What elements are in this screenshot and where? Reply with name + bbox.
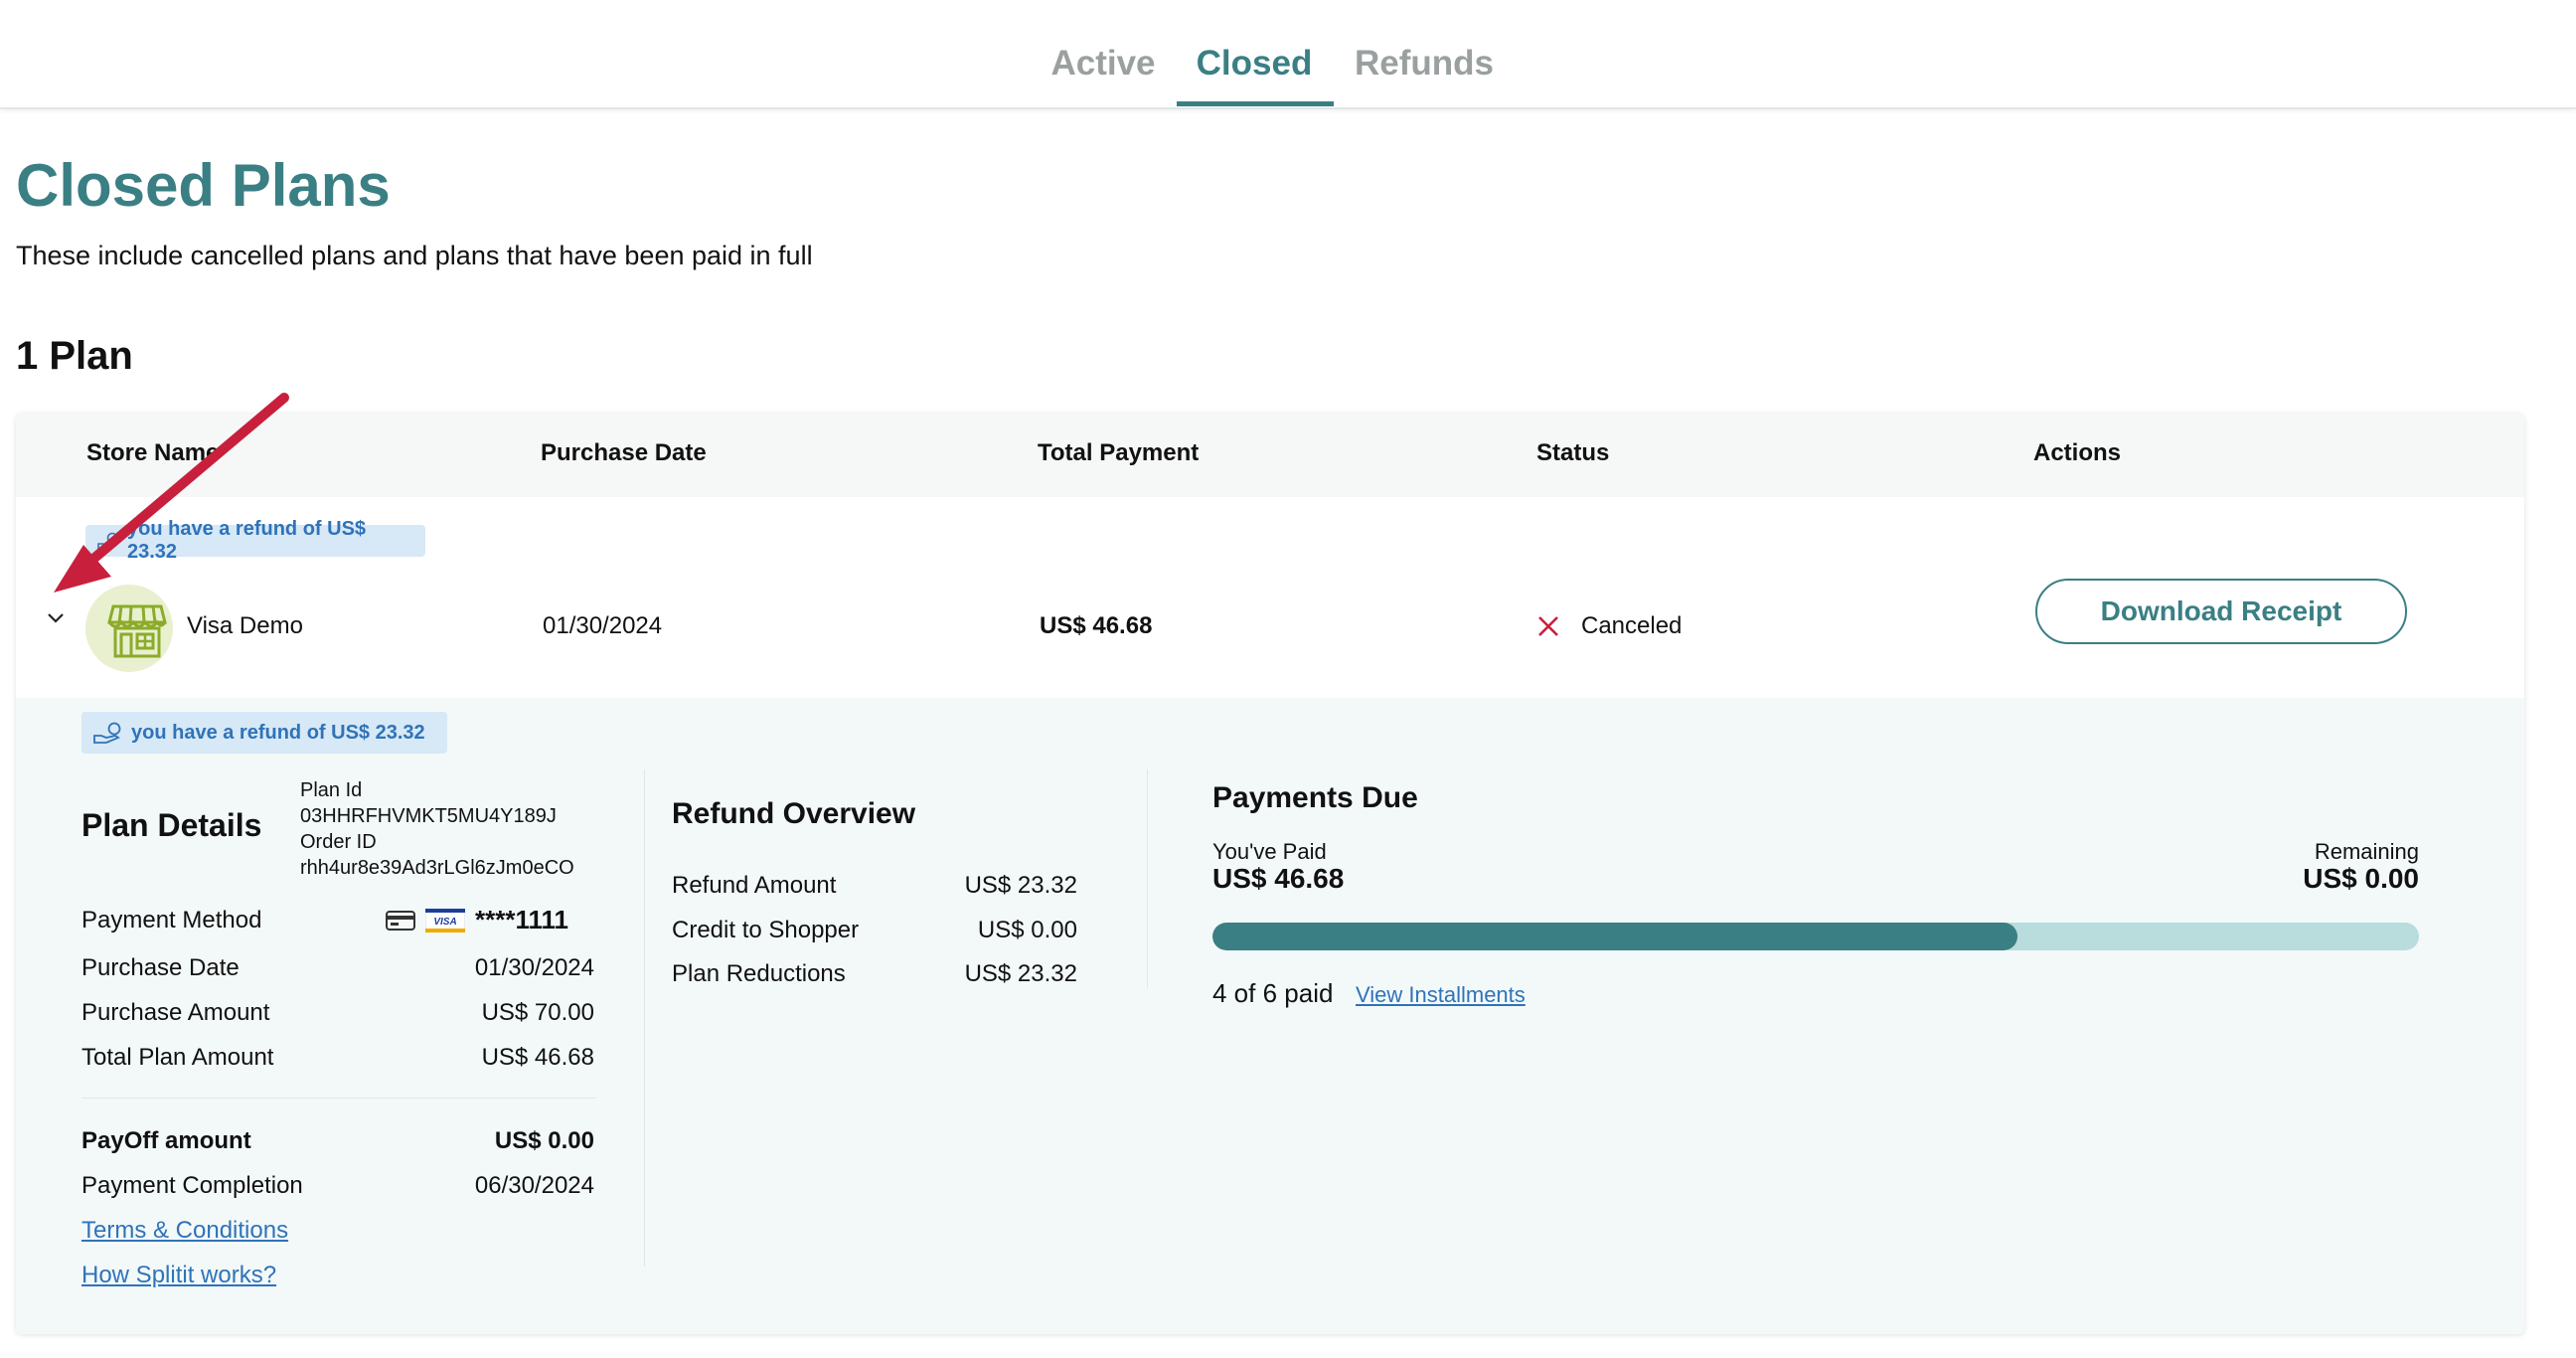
table-header: Store Name Purchase Date Total Payment S… [16,414,2524,497]
plan-reductions-label: Plan Reductions [672,960,846,987]
plan-details-title: Plan Details [81,807,262,843]
refund-amount-value: US$ 23.32 [964,872,1077,899]
payment-progress-bar [1212,923,2419,950]
refund-hand-icon [93,722,121,744]
total-payment: US$ 46.68 [1040,612,1153,639]
how-splitit-works-link[interactable]: How Splitit works? [81,1262,276,1289]
page: Active Closed Refunds Closed Plans These… [0,0,2576,1358]
column-header-total-payment: Total Payment [1038,439,1200,466]
column-header-purchase-date: Purchase Date [541,439,707,466]
page-subtitle: These include cancelled plans and plans … [16,241,813,270]
total-plan-amount-label: Total Plan Amount [81,1044,274,1071]
refund-overview-title: Refund Overview [672,797,916,830]
total-plan-amount-value: US$ 46.68 [481,1044,594,1071]
payoff-amount-value: US$ 0.00 [494,1127,594,1154]
plan-reductions-value: US$ 23.32 [964,960,1077,987]
divider [81,1098,596,1099]
remaining-label: Remaining [2314,839,2419,864]
column-divider [1147,769,1148,988]
plan-details-panel: you have a refund of US$ 23.32 Plan Deta… [16,698,2524,1334]
credit-card-icon [386,910,415,931]
payment-method-value: VISA ****1111 [386,905,568,935]
purchase-date-label: Purchase Date [81,954,240,981]
paid-value: US$ 46.68 [1212,863,1345,894]
purchase-date: 01/30/2024 [543,612,663,639]
payment-completion-label: Payment Completion [81,1172,303,1199]
tab-active[interactable]: Active [1044,44,1163,103]
order-id: rhh4ur8e39Ad3rLGl6zJm0eCO [300,857,574,879]
visa-logo-text: VISA [433,917,456,928]
column-header-status: Status [1536,439,1610,466]
column-header-actions: Actions [2033,439,2122,466]
payment-progress-fill [1212,923,2017,950]
payment-method-label: Payment Method [81,907,262,934]
table-row[interactable]: you have a refund of US$ 23.32 Visa Demo… [16,497,2524,699]
credit-to-shopper-label: Credit to Shopper [672,917,860,943]
purchase-amount-label: Purchase Amount [81,999,270,1026]
plan-id: 03HHRFHVMKT5MU4Y189J [300,805,557,827]
download-receipt-button[interactable]: Download Receipt [2035,579,2407,644]
view-installments-link[interactable]: View Installments [1356,982,1526,1008]
tab-bar: Active Closed Refunds [0,0,2576,109]
plan-id-label: Plan Id [300,779,363,801]
visa-logo: VISA [425,908,465,933]
plan-count: 1 Plan [16,334,133,378]
remaining-value: US$ 0.00 [2303,863,2419,894]
annotation-arrow-icon [54,393,289,593]
terms-conditions-link[interactable]: Terms & Conditions [81,1217,288,1245]
credit-to-shopper-value: US$ 0.00 [977,917,1077,943]
paid-label: You've Paid [1212,839,1327,864]
tab-closed[interactable]: Closed [1177,44,1332,103]
close-icon [1538,616,1558,636]
store-name: Visa Demo [187,612,303,639]
purchase-amount-value: US$ 70.00 [481,999,594,1026]
column-divider [644,769,645,1267]
payment-completion-value: 06/30/2024 [474,1172,594,1199]
refund-amount-label: Refund Amount [672,872,837,899]
paid-count: 4 of 6 paid [1212,978,1334,1008]
storefront-icon [107,604,167,658]
tab-refunds[interactable]: Refunds [1350,44,1499,103]
purchase-date-value: 01/30/2024 [474,954,594,981]
plans-table: Store Name Purchase Date Total Payment S… [16,414,2524,1334]
status-text: Canceled [1581,612,1683,639]
tab-selected-indicator [1177,101,1334,106]
card-number: ****1111 [475,905,569,934]
page-title: Closed Plans [16,152,391,219]
plan-identifiers: Plan Id 03HHRFHVMKT5MU4Y189J Order ID rh… [300,777,574,881]
details-refund-badge: you have a refund of US$ 23.32 [81,712,447,754]
payments-due-title: Payments Due [1212,781,1418,814]
payoff-amount-label: PayOff amount [81,1127,251,1154]
details-refund-badge-text: you have a refund of US$ 23.32 [131,721,425,744]
chevron-down-icon[interactable] [46,610,66,624]
order-id-label: Order ID [300,831,377,853]
